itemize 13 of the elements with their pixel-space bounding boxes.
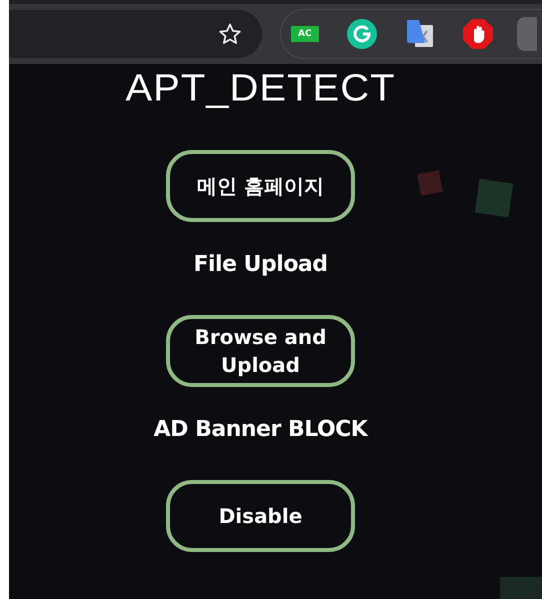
section-heading: AD Banner BLOCK — [154, 417, 368, 442]
menu-button[interactable]: Browse and Upload — [166, 315, 355, 387]
decorative-square — [417, 170, 443, 196]
logo: APT_DETECT — [125, 67, 396, 109]
decorative-square — [474, 178, 514, 218]
bookmark-star-icon[interactable] — [218, 22, 242, 46]
g-circle-icon[interactable] — [346, 19, 377, 49]
translate-icon[interactable] — [404, 19, 435, 49]
menu-button[interactable]: 메인 홈페이지 — [166, 150, 355, 222]
stop-hand-icon[interactable] — [462, 19, 493, 49]
menu-button[interactable]: Disable — [166, 480, 355, 552]
decorative-square — [500, 577, 542, 599]
section-heading: File Upload — [193, 252, 328, 277]
